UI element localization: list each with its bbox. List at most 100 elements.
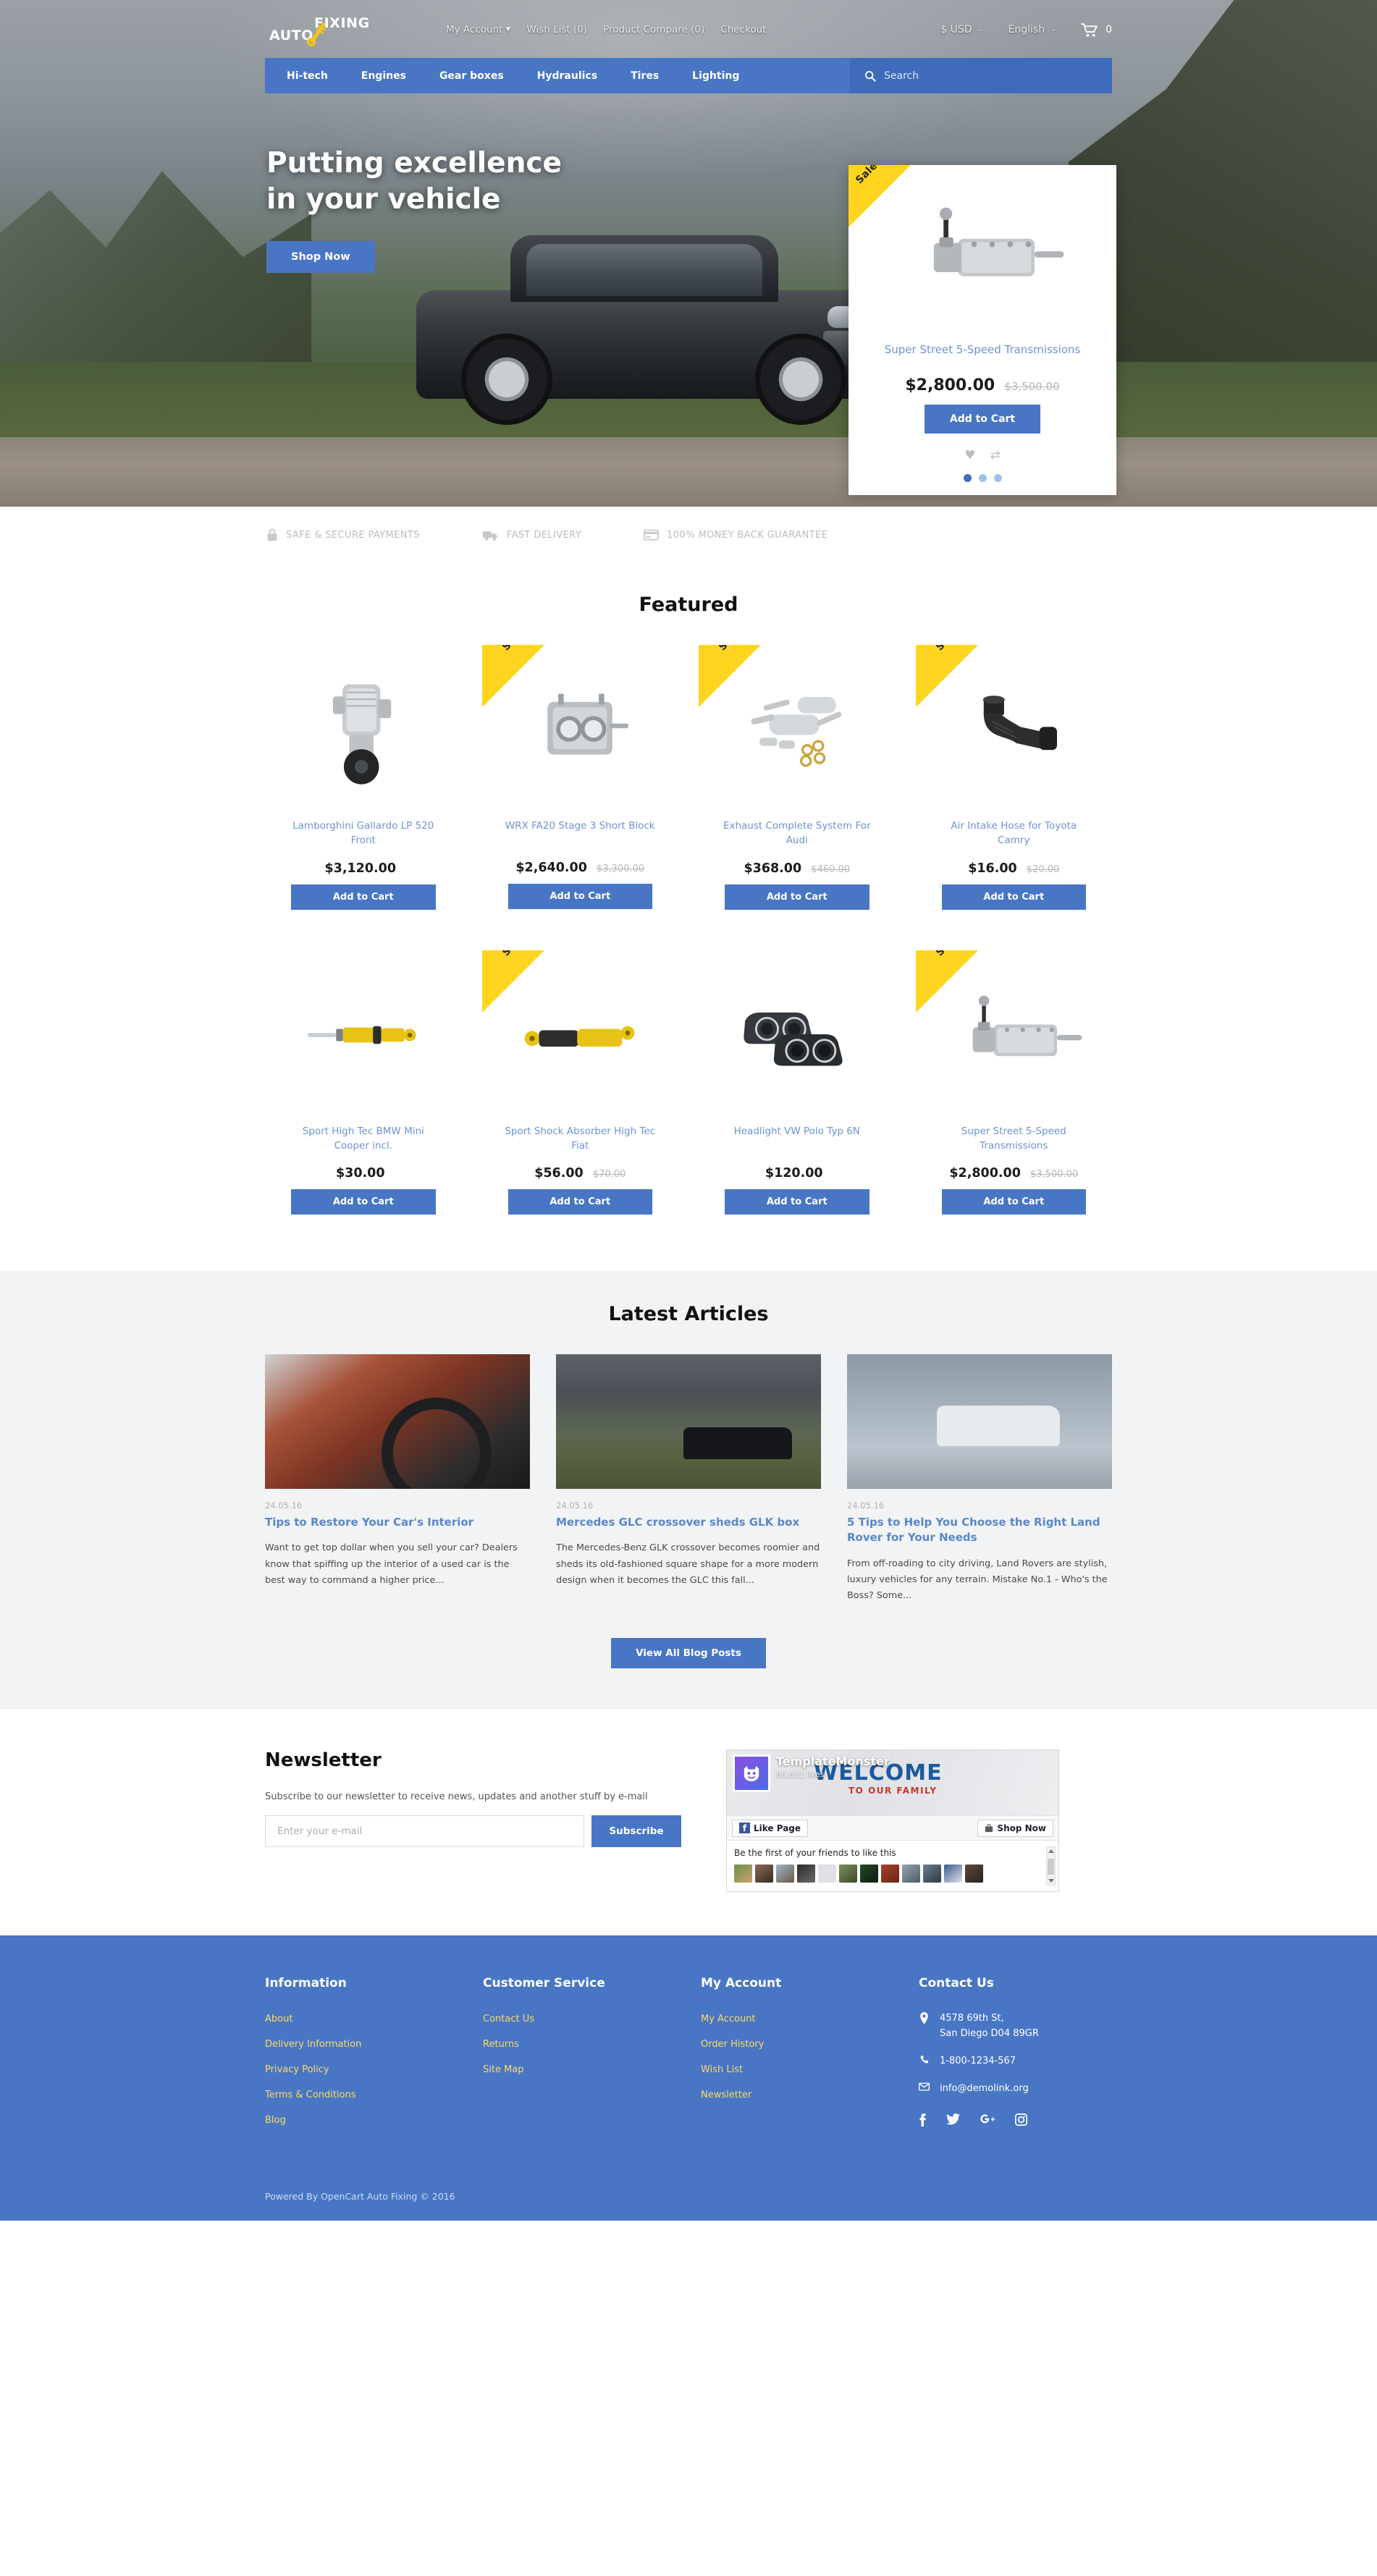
product-card[interactable]: Lamborghini Gallardo LP 520 Front $3,120…: [265, 645, 462, 910]
footer-column-contact-us: Contact Us 4578 69th St, San Diego D04 8…: [919, 1976, 1112, 2137]
cart-button[interactable]: 0: [1081, 22, 1112, 38]
carousel-dot-3[interactable]: [993, 474, 1002, 482]
facebook-friend-avatars: [734, 1864, 1051, 1883]
nav-item-engines[interactable]: Engines: [357, 70, 410, 82]
language-selector[interactable]: English ⌄: [1008, 24, 1057, 35]
facebook-scrollbar[interactable]: [1046, 1846, 1056, 1885]
search-icon: [864, 70, 876, 82]
shop-now-button[interactable]: Shop Now: [266, 240, 375, 273]
footer-phone-value[interactable]: 1-800-1234-567: [940, 2053, 1016, 2069]
add-to-cart-button[interactable]: Add to Cart: [941, 1189, 1086, 1215]
footer-address-line2: San Diego D04 89GR: [940, 2027, 1039, 2039]
hero-product-name[interactable]: Super Street 5-Speed Transmissions: [848, 343, 1116, 356]
footer-link-contact-us[interactable]: Contact Us: [483, 2014, 534, 2024]
footer-phone: 1-800-1234-567: [919, 2053, 1112, 2069]
envelope-icon: [919, 2081, 930, 2096]
product-name[interactable]: Exhaust Complete System For Audi: [706, 819, 888, 848]
top-link-my-account[interactable]: My Account ▼: [446, 24, 510, 35]
search-input[interactable]: [884, 69, 1098, 82]
article-card[interactable]: 24.05.16 Tips to Restore Your Car's Inte…: [265, 1354, 530, 1605]
product-name[interactable]: Sport Shock Absorber High Tec Fiat: [489, 1124, 672, 1154]
product-name[interactable]: Super Street 5-Speed Transmissions: [923, 1124, 1106, 1154]
subscribe-button[interactable]: Subscribe: [591, 1815, 681, 1847]
product-name[interactable]: WRX FA20 Stage 3 Short Block: [489, 819, 672, 848]
product-image: [272, 654, 455, 806]
product-price: $3,120.00: [272, 861, 455, 876]
nav-item-gear-boxes[interactable]: Gear boxes: [435, 70, 508, 82]
facebook-like-page-button[interactable]: f Like Page: [732, 1819, 809, 1837]
top-link-wish-list[interactable]: Wish List (0): [526, 24, 587, 35]
product-name[interactable]: Headlight VW Polo Typ 6N: [706, 1124, 888, 1153]
footer-link-returns[interactable]: Returns: [483, 2039, 519, 2050]
product-card[interactable]: Headlight VW Polo Typ 6N $120.00 Add to …: [699, 950, 896, 1215]
facebook-page-widget[interactable]: WELCOME TO OUR FAMILY TemplateMonster 86…: [726, 1749, 1059, 1892]
nav-item-lighting[interactable]: Lighting: [688, 70, 744, 82]
facebook-shop-now-button[interactable]: Shop Now: [977, 1819, 1053, 1837]
twitter-icon[interactable]: [946, 2113, 960, 2127]
article-title[interactable]: Mercedes GLC crossover sheds GLK box: [556, 1515, 821, 1530]
price-current: $368.00: [744, 861, 802, 876]
bag-icon: [985, 1823, 993, 1833]
hero-product-card[interactable]: Sale Super Street 5-Speed Transmissions …: [848, 165, 1116, 495]
product-card[interactable]: Sale Sport Shock Absorber High Tec Fiat …: [481, 950, 678, 1215]
instagram-icon[interactable]: [1015, 2113, 1027, 2127]
footer-link-order-history[interactable]: Order History: [701, 2039, 764, 2050]
top-link-product-compare[interactable]: Product Compare (0): [603, 24, 704, 35]
compare-icon[interactable]: ⇄: [990, 448, 1001, 463]
hero-section: AUTO FIXING My Account ▼ Wish List (0) P…: [0, 0, 1377, 507]
newsletter-email-input[interactable]: [265, 1815, 584, 1847]
footer-link-site-map[interactable]: Site Map: [483, 2064, 524, 2075]
add-to-cart-button[interactable]: Add to Cart: [508, 1189, 652, 1215]
top-link-checkout[interactable]: Checkout: [720, 24, 766, 35]
add-to-cart-button[interactable]: Add to Cart: [925, 405, 1040, 434]
price-original: $3,300.00: [596, 863, 645, 874]
search-bar[interactable]: [850, 58, 1112, 93]
product-card[interactable]: Sale Air Intake Hose for Toyota Camry $1…: [915, 645, 1112, 910]
footer-link-wish-list[interactable]: Wish List: [701, 2064, 743, 2075]
add-to-cart-button[interactable]: Add to Cart: [291, 1189, 436, 1215]
articles-grid: 24.05.16 Tips to Restore Your Car's Inte…: [265, 1354, 1112, 1605]
article-title[interactable]: Tips to Restore Your Car's Interior: [265, 1515, 530, 1530]
footer-link-delivery-information[interactable]: Delivery Information: [265, 2039, 361, 2050]
facebook-icon[interactable]: [919, 2113, 926, 2127]
nav-item-tires[interactable]: Tires: [626, 70, 663, 82]
product-card[interactable]: Sport High Tec BMW Mini Cooper incl. $30…: [265, 950, 462, 1215]
trust-bar: SAFE & SECURE PAYMENTS FAST DELIVERY 100…: [0, 507, 1377, 563]
footer-link-my-account[interactable]: My Account: [701, 2014, 756, 2024]
article-card[interactable]: 24.05.16 5 Tips to Help You Choose the R…: [847, 1354, 1112, 1605]
heart-icon[interactable]: ♥: [964, 448, 975, 463]
article-title[interactable]: 5 Tips to Help You Choose the Right Land…: [847, 1515, 1112, 1546]
price-current: $2,800.00: [949, 1166, 1021, 1181]
product-card[interactable]: Sale WRX FA20 Stage 3 Shor: [481, 645, 678, 910]
add-to-cart-button[interactable]: Add to Cart: [941, 884, 1086, 910]
article-card[interactable]: 24.05.16 Mercedes GLC crossover sheds GL…: [556, 1354, 821, 1605]
add-to-cart-button[interactable]: Add to Cart: [725, 1188, 869, 1215]
price-original: $460.00: [811, 863, 851, 875]
product-price: $56.00 $70.00: [489, 1166, 672, 1181]
product-card[interactable]: Sale: [915, 950, 1112, 1215]
footer-link-newsletter[interactable]: Newsletter: [701, 2090, 751, 2100]
google-plus-icon[interactable]: [980, 2113, 995, 2127]
footer-link-blog[interactable]: Blog: [265, 2115, 286, 2126]
product-image: [706, 959, 888, 1111]
product-name[interactable]: Lamborghini Gallardo LP 520 Front: [272, 819, 455, 848]
carousel-dot-1[interactable]: [963, 474, 972, 482]
product-name[interactable]: Air Intake Hose for Toyota Camry: [923, 819, 1106, 848]
footer-link-about[interactable]: About: [265, 2014, 292, 2024]
hero-road: [0, 437, 1377, 507]
add-to-cart-button[interactable]: Add to Cart: [508, 884, 652, 909]
price-current: $2,640.00: [515, 861, 587, 875]
carousel-dot-2[interactable]: [978, 474, 987, 482]
add-to-cart-button[interactable]: Add to Cart: [291, 884, 436, 910]
footer-link-terms-conditions[interactable]: Terms & Conditions: [265, 2090, 356, 2100]
site-logo[interactable]: AUTO FIXING: [265, 13, 395, 46]
product-name[interactable]: Sport High Tec BMW Mini Cooper incl.: [272, 1124, 455, 1154]
add-to-cart-button[interactable]: Add to Cart: [725, 884, 869, 910]
nav-item-hi-tech[interactable]: Hi-tech: [282, 70, 332, 82]
currency-selector[interactable]: $ USD ⌄: [940, 24, 983, 35]
product-card[interactable]: Sale: [699, 645, 896, 910]
view-all-blog-posts-button[interactable]: View All Blog Posts: [611, 1637, 766, 1668]
nav-item-hydraulics[interactable]: Hydraulics: [533, 70, 602, 82]
footer-link-privacy-policy[interactable]: Privacy Policy: [265, 2064, 329, 2075]
footer-email-value[interactable]: info@demolink.org: [940, 2081, 1029, 2096]
